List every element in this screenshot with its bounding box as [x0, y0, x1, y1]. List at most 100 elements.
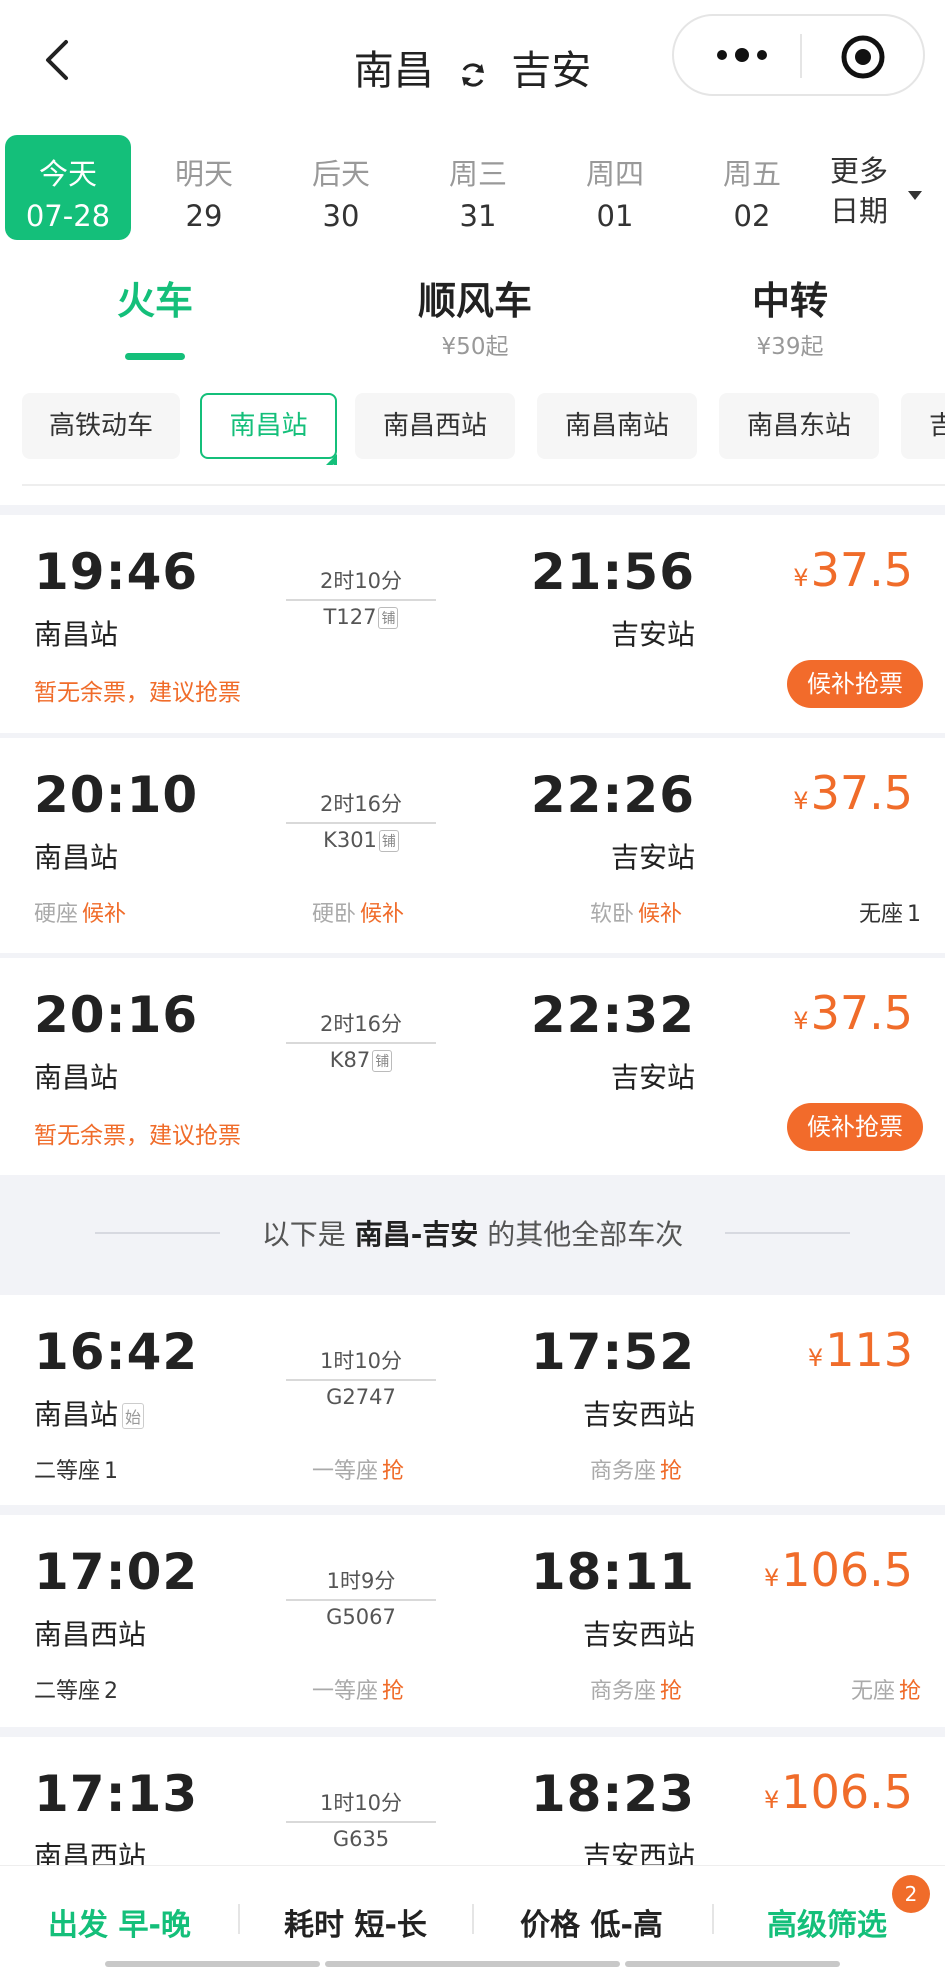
arrival-time: 18:23 [530, 1765, 695, 1823]
route-line [286, 822, 436, 824]
capsule-divider [800, 34, 802, 78]
sleeper-tag: 铺 [378, 830, 399, 852]
departure-station: 南昌站 [34, 841, 119, 874]
seat-status: 候补 [638, 902, 683, 927]
chip-nanchang-west[interactable]: 南昌西站 [355, 393, 515, 459]
currency: ¥ [764, 1786, 780, 1814]
sort-price-button[interactable]: 价格 低-高 [520, 1900, 663, 1944]
duration: 2时16分 [319, 1012, 403, 1036]
seat-status: 候补 [82, 902, 127, 927]
divider [22, 484, 945, 486]
home-indicator [325, 1961, 620, 1967]
route-line [286, 1599, 436, 1601]
seat-availability: 硬卧 候补 [312, 896, 404, 928]
seat-availability: 二等座 2 [34, 1673, 118, 1705]
train-card[interactable]: 17:13 南昌西站 1时10分 G635 18:23 吉安西站 ¥106.5 [0, 1737, 945, 1865]
sleeper-tag: 铺 [378, 607, 399, 629]
chip-label: 南昌站 [229, 411, 308, 441]
seat-type: 商务座 [590, 1459, 657, 1484]
chip-nanchang-south[interactable]: 南昌南站 [537, 393, 697, 459]
sort-departure-button[interactable]: 出发 早-晚 [48, 1900, 191, 1944]
price-value: 37.5 [810, 986, 913, 1040]
origin-tag: 始 [122, 1403, 145, 1429]
train-info: 2时16分 K301 铺 [286, 788, 436, 852]
train-number: K87 [329, 1048, 371, 1072]
train-card[interactable]: 20:16 南昌站 2时16分 K87 铺 22:32 吉安站 ¥37.5 暂无余… [0, 958, 945, 1175]
chip-nanchang-east[interactable]: 南昌东站 [719, 393, 879, 459]
departure-time: 17:13 [34, 1765, 199, 1823]
date-day: 31 [459, 199, 497, 233]
waitlist-button[interactable]: 候补抢票 [787, 660, 923, 708]
chip-high-speed[interactable]: 高铁动车 [22, 393, 180, 459]
date-weekday: 后天 [311, 157, 370, 191]
home-indicator [625, 1961, 840, 1967]
swap-icon[interactable] [459, 53, 487, 87]
route-line [286, 599, 436, 601]
more-icon[interactable] [712, 43, 772, 67]
sort-divider [712, 1904, 714, 1934]
departure-station: 南昌西站 [34, 1840, 147, 1865]
more-dates-button[interactable]: 更多 日期 [830, 151, 940, 231]
tab-transfer[interactable]: 中转 ¥39起 [730, 270, 850, 361]
train-number: T127 [323, 605, 377, 629]
seat-type: 一等座 [312, 1679, 379, 1704]
train-card[interactable]: 20:10 南昌站 2时16分 K301 铺 22:26 吉安站 ¥37.5 硬座… [0, 738, 945, 953]
price-value: 37.5 [810, 543, 913, 597]
no-tickets-notice: 暂无余票，建议抢票 [34, 1123, 241, 1149]
seat-status: 抢 [898, 1679, 921, 1704]
train-info: 2时10分 T127 铺 [286, 565, 436, 629]
date-item[interactable]: 明天 29 [141, 135, 267, 240]
seat-status: 2 [104, 1679, 119, 1704]
date-item[interactable]: 周三 31 [415, 135, 541, 240]
tab-underline [125, 353, 185, 360]
seat-type: 一等座 [312, 1459, 379, 1484]
price-value: 106.5 [781, 1765, 913, 1819]
seat-type: 二等座 [34, 1459, 101, 1484]
route-line [286, 1821, 436, 1823]
chip-more[interactable]: 吉 [901, 393, 945, 459]
filter-count-badge: 2 [892, 1875, 930, 1913]
tab-train[interactable]: 火车 [105, 270, 205, 360]
arrival-time: 22:32 [530, 986, 695, 1044]
train-card[interactable]: 17:02 南昌西站 1时9分 G5067 18:11 吉安西站 ¥106.5 … [0, 1515, 945, 1727]
seat-type: 软卧 [590, 902, 635, 927]
date-item[interactable]: 周四 01 [552, 135, 678, 240]
sort-duration-button[interactable]: 耗时 短-长 [284, 1900, 427, 1944]
tab-ride-share[interactable]: 顺风车 ¥50起 [400, 270, 550, 361]
train-info: 2时16分 K87 铺 [286, 1008, 436, 1072]
departure-station: 南昌站始 [34, 1393, 145, 1433]
seat-type: 商务座 [590, 1679, 657, 1704]
date-item-today[interactable]: 今天 07-28 [5, 135, 131, 240]
more-dates-label: 更多 [830, 154, 889, 188]
tab-price: ¥50起 [441, 334, 509, 360]
close-target-icon[interactable] [840, 34, 886, 80]
route-line [286, 1042, 436, 1044]
date-day: 01 [596, 199, 634, 233]
advanced-filter-button[interactable]: 高级筛选 [767, 1900, 887, 1944]
date-item[interactable]: 周五 02 [689, 135, 815, 240]
duration: 1时9分 [326, 1569, 396, 1593]
train-card[interactable]: 16:42 南昌站始 1时10分 G2747 17:52 吉安西站 ¥113 二… [0, 1295, 945, 1505]
chip-nanchang-station[interactable]: 南昌站 [200, 393, 337, 465]
currency: ¥ [793, 787, 809, 815]
train-search-page: 南昌 吉安 今天 07-28 明天 29 后天 30 周三 31 周四 01 周… [0, 0, 945, 1971]
train-card[interactable]: 19:46 南昌站 2时10分 T127 铺 21:56 吉安站 ¥37.5 暂无… [0, 515, 945, 733]
arrival-station: 吉安站 [610, 1061, 695, 1094]
price: ¥106.5 [764, 1765, 913, 1819]
tab-label: 顺风车 [417, 279, 532, 323]
transport-mode-tabs: 火车 顺风车 ¥50起 中转 ¥39起 [0, 270, 945, 380]
date-item[interactable]: 后天 30 [278, 135, 404, 240]
departure-time: 20:16 [34, 986, 199, 1044]
seat-type: 硬座 [34, 902, 79, 927]
departure-time: 19:46 [34, 543, 199, 601]
departure-time: 17:02 [34, 1543, 199, 1601]
seat-availability: 二等座 1 [34, 1453, 118, 1485]
seat-availability: 无座 1 [859, 896, 921, 928]
seat-type: 二等座 [34, 1679, 101, 1704]
currency: ¥ [807, 1344, 824, 1372]
from-city: 南昌 [353, 48, 434, 94]
seat-status: 1 [104, 1459, 119, 1484]
station-name: 南昌站 [34, 1398, 119, 1431]
waitlist-button[interactable]: 候补抢票 [787, 1103, 923, 1151]
date-strip: 今天 07-28 明天 29 后天 30 周三 31 周四 01 周五 02 更… [0, 135, 945, 245]
